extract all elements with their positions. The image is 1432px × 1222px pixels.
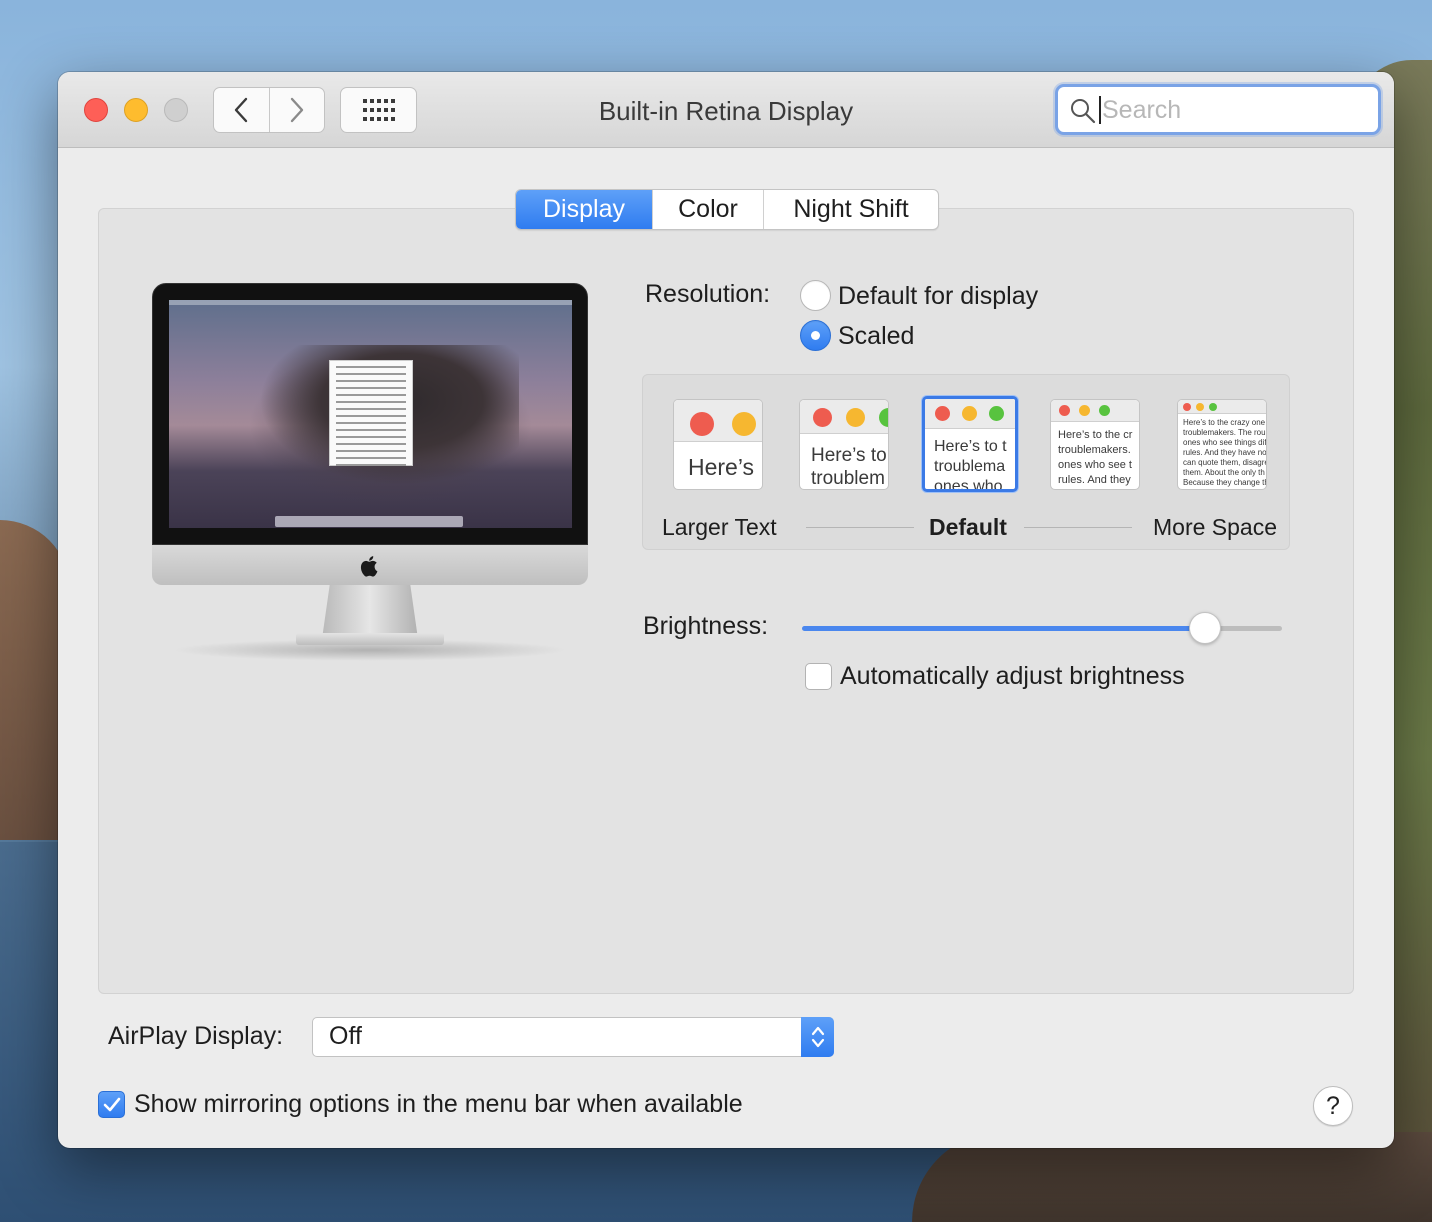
brightness-slider-knob[interactable] [1189, 612, 1221, 644]
radio-scaled[interactable] [800, 320, 831, 351]
popup-arrows-icon[interactable] [801, 1017, 834, 1057]
thumb-sample-text: Here’s to t troublema ones who [934, 438, 1007, 492]
resolution-label: Resolution: [645, 280, 771, 308]
airplay-label: AirPlay Display: [108, 1022, 284, 1050]
auto-brightness-label[interactable]: Automatically adjust brightness [840, 662, 1185, 691]
grid-icon [362, 99, 395, 121]
tab-color[interactable]: Color [652, 190, 763, 229]
thumb-sample-text: Here’s to the cr troublemakers. ones who… [1058, 429, 1133, 486]
display-illustration [152, 283, 588, 663]
airplay-value: Off [329, 1022, 362, 1050]
show-all-button[interactable] [340, 87, 417, 133]
scale-option-more-space[interactable]: Here’s to the crazy one troublemakers. T… [1177, 399, 1267, 490]
search-input[interactable] [1102, 93, 1372, 127]
thumb-sample-text: Here’s to troublem [811, 445, 887, 489]
tab-night-shift[interactable]: Night Shift [763, 190, 938, 229]
search-icon [1071, 99, 1096, 124]
imac-screen [169, 300, 572, 528]
minimize-button[interactable] [124, 98, 148, 122]
scale-divider [806, 527, 914, 528]
larger-text-label: Larger Text [662, 514, 777, 540]
thumb-sample-text: Here’s to the crazy one troublemakers. T… [1183, 418, 1267, 487]
mirroring-checkbox[interactable] [98, 1091, 125, 1118]
radio-default-label[interactable]: Default for display [838, 282, 1038, 311]
document-window-icon [329, 360, 413, 466]
radio-default-for-display[interactable] [800, 280, 831, 311]
more-space-label: More Space [1153, 514, 1278, 540]
thumb-sample-text: Here’s [688, 454, 755, 480]
default-label: Default [929, 514, 1007, 540]
brightness-label: Brightness: [643, 612, 769, 640]
forward-button[interactable] [268, 88, 325, 132]
chevron-left-icon [235, 97, 248, 123]
scale-option-4[interactable]: Here’s to the cr troublemakers. ones who… [1050, 399, 1140, 490]
airplay-popup[interactable]: Off [312, 1017, 834, 1057]
scale-divider [1024, 527, 1132, 528]
text-caret [1099, 96, 1101, 124]
checkmark-icon [103, 1097, 120, 1111]
back-forward-group [213, 87, 325, 133]
preferences-window: Built-in Retina Display Display Color Ni… [58, 72, 1394, 1148]
scale-option-2[interactable]: Here’s to troublem [799, 399, 889, 490]
scale-option-larger-text[interactable]: Here’s [673, 399, 763, 490]
title-bar: Built-in Retina Display [58, 72, 1394, 148]
mirroring-label[interactable]: Show mirroring options in the menu bar w… [134, 1090, 743, 1119]
brightness-slider-fill[interactable] [802, 626, 1206, 631]
help-button[interactable]: ? [1313, 1086, 1353, 1126]
dock-icon [275, 516, 463, 527]
radio-scaled-label[interactable]: Scaled [838, 322, 914, 351]
apple-logo-icon [360, 556, 378, 577]
chevron-right-icon [290, 97, 303, 123]
tab-display[interactable]: Display [516, 190, 652, 229]
search-field[interactable] [1055, 84, 1381, 135]
zoom-button[interactable] [164, 98, 188, 122]
scale-option-default[interactable]: Here’s to t troublema ones who [922, 396, 1018, 492]
close-button[interactable] [84, 98, 108, 122]
tab-bar: Display Color Night Shift [515, 189, 939, 230]
back-button[interactable] [214, 88, 269, 132]
auto-brightness-checkbox[interactable] [805, 663, 832, 690]
imac-bezel [152, 283, 588, 545]
window-title: Built-in Retina Display [598, 96, 854, 126]
